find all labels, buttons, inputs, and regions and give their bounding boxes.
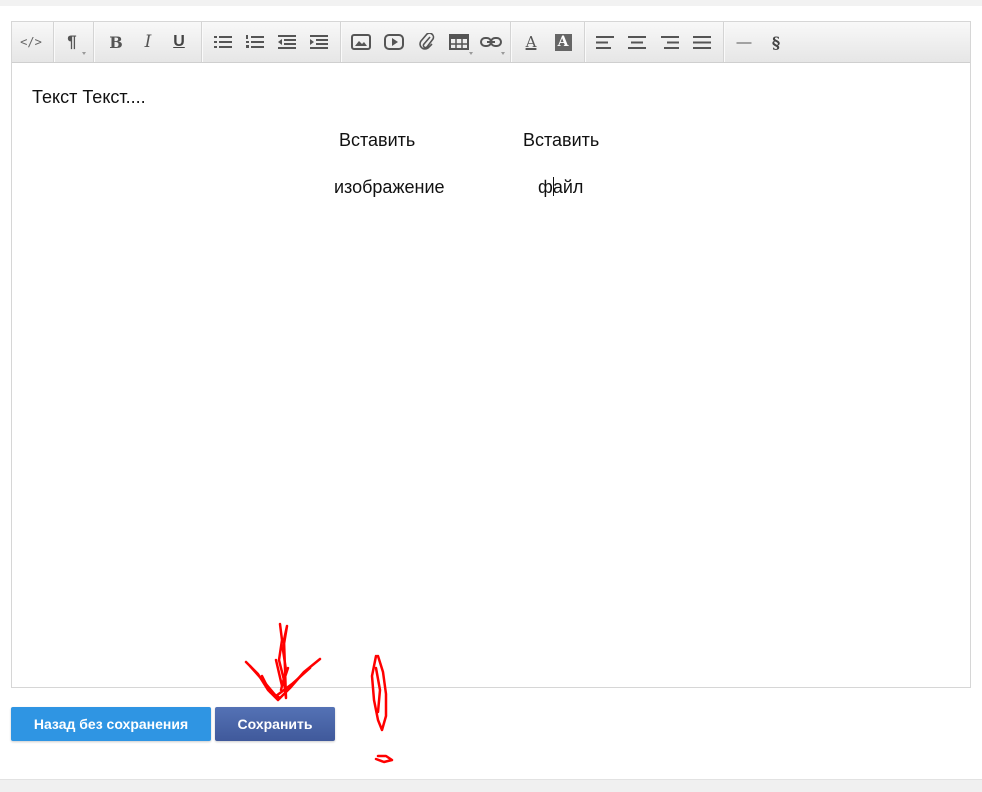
- unordered-list-icon[interactable]: [210, 31, 236, 53]
- table-icon[interactable]: [446, 31, 473, 55]
- video-icon[interactable]: [381, 31, 407, 53]
- page-top-strip: [0, 0, 982, 6]
- insert-file-label-line2: файл: [538, 177, 584, 197]
- insert-image-label-line1: Вставить: [339, 130, 416, 150]
- align-left-icon[interactable]: [592, 31, 618, 53]
- font-color-icon[interactable]: A: [518, 31, 544, 53]
- italic-icon[interactable]: I: [135, 31, 161, 53]
- html-code-icon[interactable]: </>: [18, 31, 44, 53]
- align-center-icon[interactable]: [624, 31, 650, 53]
- save-button[interactable]: Сохранить: [215, 707, 335, 741]
- image-icon[interactable]: [348, 31, 374, 53]
- paragraph-format-icon[interactable]: ¶: [59, 31, 86, 55]
- outdent-icon[interactable]: [274, 31, 300, 53]
- bold-icon[interactable]: B: [103, 31, 129, 53]
- rich-text-editor: </> ¶ B I U A A — § Текст Текст.... Вста…: [11, 21, 971, 688]
- section-sign-icon[interactable]: §: [763, 31, 789, 53]
- ordered-list-icon[interactable]: [242, 31, 268, 53]
- back-without-saving-button[interactable]: Назад без сохранения: [11, 707, 211, 741]
- attachment-icon[interactable]: [414, 31, 440, 53]
- horizontal-rule-icon[interactable]: —: [731, 31, 757, 53]
- indent-icon[interactable]: [306, 31, 332, 53]
- justify-icon[interactable]: [689, 31, 715, 53]
- background-color-icon[interactable]: A: [550, 31, 576, 53]
- insert-image-label-line2: изображение: [334, 177, 445, 197]
- editor-toolbar: </> ¶ B I U A A — §: [12, 22, 970, 63]
- underline-icon[interactable]: U: [166, 31, 192, 53]
- align-right-icon[interactable]: [657, 31, 683, 53]
- paragraph-text: Текст Текст....: [32, 87, 146, 107]
- insert-file-label-line1: Вставить: [523, 130, 600, 150]
- link-icon[interactable]: [478, 31, 505, 55]
- editor-content-area[interactable]: Текст Текст.... Вставить изображение Вст…: [12, 63, 970, 687]
- page-bottom-strip: [0, 779, 982, 792]
